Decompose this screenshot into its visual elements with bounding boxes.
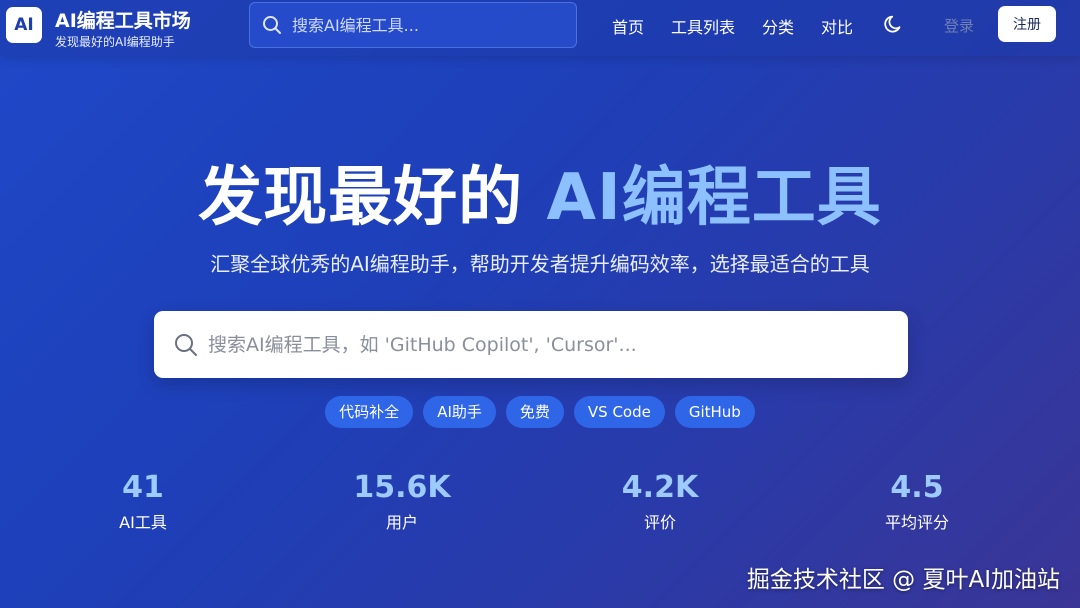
stat-value: 4.5 [890,470,944,505]
stat-value: 4.2K [621,470,699,505]
moon-icon[interactable] [883,13,905,35]
hero-subtitle: 汇聚全球优秀的AI编程助手，帮助开发者提升编码效率，选择最适合的工具 [210,252,870,276]
stat-label: 评价 [643,513,676,532]
nav-home[interactable]: 首页 [612,14,644,38]
main-nav: 首页 工具列表 分类 对比 [612,14,853,38]
stat-label: AI工具 [119,513,167,532]
hero-title: 发现最好的 AI编程工具 [0,146,1080,238]
quick-tags: 代码补全 AI助手 免费 VS Code GitHub [0,396,1080,428]
tag-github[interactable]: GitHub [674,396,755,428]
login-link[interactable]: 登录 [944,15,974,36]
stat-label: 用户 [385,513,418,532]
nav-compare[interactable]: 对比 [821,14,853,38]
top-navbar: AI AI编程工具市场 发现最好的AI编程助手 首页 工具列表 分类 对比 登录… [0,0,1080,56]
logo[interactable]: AI [6,7,42,43]
header-search-box[interactable] [249,2,577,48]
tag-ai-assistant[interactable]: AI助手 [423,396,496,428]
register-button[interactable]: 注册 [998,6,1056,42]
nav-tool-list[interactable]: 工具列表 [671,14,735,38]
tag-code-completion[interactable]: 代码补全 [325,396,414,428]
hero-title-prefix: 发现最好的 [198,161,524,235]
stat-avg-rating: 4.5 平均评分 [817,470,1017,533]
main-search-input[interactable] [208,333,898,356]
stat-reviews: 4.2K 评价 [560,470,760,533]
stat-users: 15.6K 用户 [302,470,502,533]
brand-subtitle: 发现最好的AI编程助手 [55,35,175,49]
header-search-input[interactable] [292,15,562,35]
stat-value: 41 [122,470,164,505]
stat-tools: 41 AI工具 [43,470,243,533]
tag-vscode[interactable]: VS Code [573,396,665,428]
tag-free[interactable]: 免费 [505,396,564,428]
brand-title[interactable]: AI编程工具市场 [55,6,191,33]
stat-label: 平均评分 [884,513,949,532]
search-icon [263,16,281,34]
stat-value: 15.6K [353,470,451,505]
hero-title-highlight: AI编程工具 [546,161,882,235]
main-search-box[interactable] [154,311,908,378]
nav-categories[interactable]: 分类 [762,14,794,38]
search-icon [175,333,197,356]
watermark: 掘金技术社区 @ 夏叶AI加油站 [746,567,1060,593]
